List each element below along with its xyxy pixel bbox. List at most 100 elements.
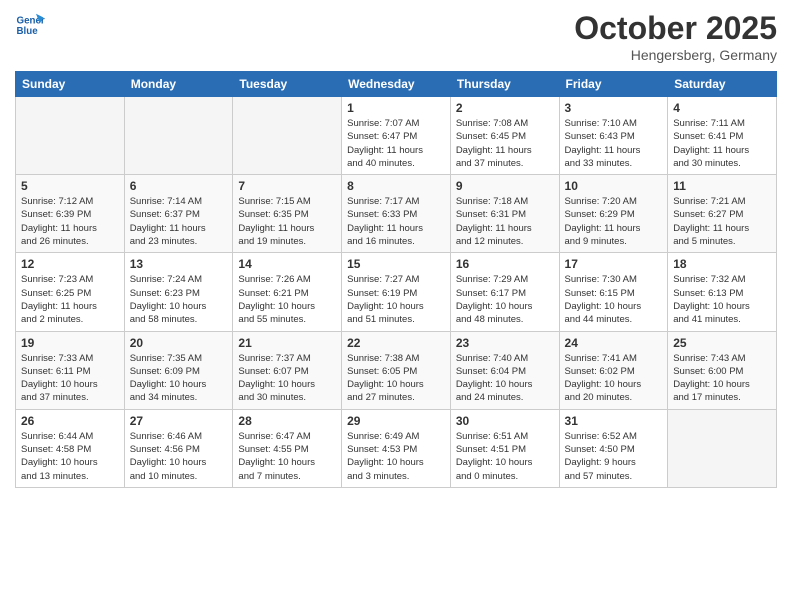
- day-info: Sunrise: 7:30 AMSunset: 6:15 PMDaylight:…: [565, 273, 663, 326]
- calendar-cell: 15Sunrise: 7:27 AMSunset: 6:19 PMDayligh…: [342, 253, 451, 331]
- day-number: 2: [456, 101, 554, 115]
- calendar-cell: 9 Sunrise: 7:18 AMSunset: 6:31 PMDaylight…: [450, 175, 559, 253]
- logo-icon: General Blue: [15, 10, 45, 40]
- location: Hengersberg, Germany: [574, 47, 777, 63]
- calendar-cell: [668, 409, 777, 487]
- day-number: 10: [565, 179, 663, 193]
- day-number: 27: [130, 414, 228, 428]
- day-info: Sunrise: 7:43 AMSunset: 6:00 PMDaylight:…: [673, 352, 771, 405]
- calendar-cell: 4Sunrise: 7:11 AMSunset: 6:41 PMDaylight…: [668, 97, 777, 175]
- day-number: 21: [238, 336, 336, 350]
- calendar-cell: 26 Sunrise: 6:44 AMSunset: 4:58 PMDayligh…: [16, 409, 125, 487]
- calendar-cell: 7 Sunrise: 7:15 AMSunset: 6:35 PMDaylight…: [233, 175, 342, 253]
- calendar-cell: 3 Sunrise: 7:10 AMSunset: 6:43 PMDaylight…: [559, 97, 668, 175]
- calendar-cell: [233, 97, 342, 175]
- day-info: Sunrise: 7:41 AMSunset: 6:02 PMDaylight:…: [565, 352, 663, 405]
- weekday-header-monday: Monday: [124, 72, 233, 97]
- calendar-cell: 16 Sunrise: 7:29 AMSunset: 6:17 PMDayligh…: [450, 253, 559, 331]
- day-number: 5: [21, 179, 119, 193]
- day-info: Sunrise: 7:15 AMSunset: 6:35 PMDaylight:…: [238, 195, 336, 248]
- logo: General Blue: [15, 10, 45, 40]
- month-title: October 2025: [574, 10, 777, 47]
- day-number: 20: [130, 336, 228, 350]
- day-number: 29: [347, 414, 445, 428]
- calendar-cell: 30Sunrise: 6:51 AMSunset: 4:51 PMDayligh…: [450, 409, 559, 487]
- header: General Blue October 2025 Hengersberg, G…: [15, 10, 777, 63]
- day-number: 1: [347, 101, 445, 115]
- calendar-cell: 17 Sunrise: 7:30 AMSunset: 6:15 PMDayligh…: [559, 253, 668, 331]
- calendar-cell: 22 Sunrise: 7:38 AMSunset: 6:05 PMDayligh…: [342, 331, 451, 409]
- weekday-header-wednesday: Wednesday: [342, 72, 451, 97]
- day-info: Sunrise: 7:38 AMSunset: 6:05 PMDaylight:…: [347, 352, 445, 405]
- week-row-0: 1 Sunrise: 7:07 AMSunset: 6:47 PMDaylight…: [16, 97, 777, 175]
- day-number: 3: [565, 101, 663, 115]
- day-number: 26: [21, 414, 119, 428]
- day-info: Sunrise: 7:37 AMSunset: 6:07 PMDaylight:…: [238, 352, 336, 405]
- day-info: Sunrise: 7:23 AMSunset: 6:25 PMDaylight:…: [21, 273, 119, 326]
- day-info: Sunrise: 7:07 AMSunset: 6:47 PMDaylight:…: [347, 117, 445, 170]
- calendar-cell: 25Sunrise: 7:43 AMSunset: 6:00 PMDayligh…: [668, 331, 777, 409]
- day-number: 13: [130, 257, 228, 271]
- day-info: Sunrise: 7:10 AMSunset: 6:43 PMDaylight:…: [565, 117, 663, 170]
- weekday-header-tuesday: Tuesday: [233, 72, 342, 97]
- calendar-cell: 23 Sunrise: 7:40 AMSunset: 6:04 PMDayligh…: [450, 331, 559, 409]
- calendar-cell: [124, 97, 233, 175]
- day-info: Sunrise: 7:21 AMSunset: 6:27 PMDaylight:…: [673, 195, 771, 248]
- week-row-3: 19Sunrise: 7:33 AMSunset: 6:11 PMDayligh…: [16, 331, 777, 409]
- day-number: 8: [347, 179, 445, 193]
- day-info: Sunrise: 7:12 AMSunset: 6:39 PMDaylight:…: [21, 195, 119, 248]
- calendar-cell: 24 Sunrise: 7:41 AMSunset: 6:02 PMDayligh…: [559, 331, 668, 409]
- calendar-cell: 2Sunrise: 7:08 AMSunset: 6:45 PMDaylight…: [450, 97, 559, 175]
- calendar-cell: 8 Sunrise: 7:17 AMSunset: 6:33 PMDaylight…: [342, 175, 451, 253]
- weekday-header-thursday: Thursday: [450, 72, 559, 97]
- calendar-cell: 20Sunrise: 7:35 AMSunset: 6:09 PMDayligh…: [124, 331, 233, 409]
- calendar-cell: 5 Sunrise: 7:12 AMSunset: 6:39 PMDaylight…: [16, 175, 125, 253]
- day-number: 23: [456, 336, 554, 350]
- day-number: 28: [238, 414, 336, 428]
- calendar-cell: 11 Sunrise: 7:21 AMSunset: 6:27 PMDayligh…: [668, 175, 777, 253]
- day-number: 18: [673, 257, 771, 271]
- day-info: Sunrise: 7:17 AMSunset: 6:33 PMDaylight:…: [347, 195, 445, 248]
- day-number: 22: [347, 336, 445, 350]
- day-info: Sunrise: 6:49 AMSunset: 4:53 PMDaylight:…: [347, 430, 445, 483]
- calendar-cell: [16, 97, 125, 175]
- day-info: Sunrise: 6:52 AMSunset: 4:50 PMDaylight:…: [565, 430, 663, 483]
- day-info: Sunrise: 6:46 AMSunset: 4:56 PMDaylight:…: [130, 430, 228, 483]
- day-info: Sunrise: 7:14 AMSunset: 6:37 PMDaylight:…: [130, 195, 228, 248]
- calendar: SundayMondayTuesdayWednesdayThursdayFrid…: [15, 71, 777, 488]
- calendar-cell: 21 Sunrise: 7:37 AMSunset: 6:07 PMDayligh…: [233, 331, 342, 409]
- day-number: 11: [673, 179, 771, 193]
- day-number: 16: [456, 257, 554, 271]
- calendar-cell: 14Sunrise: 7:26 AMSunset: 6:21 PMDayligh…: [233, 253, 342, 331]
- week-row-2: 12 Sunrise: 7:23 AMSunset: 6:25 PMDayligh…: [16, 253, 777, 331]
- weekday-header-friday: Friday: [559, 72, 668, 97]
- weekday-header-saturday: Saturday: [668, 72, 777, 97]
- day-info: Sunrise: 6:44 AMSunset: 4:58 PMDaylight:…: [21, 430, 119, 483]
- day-info: Sunrise: 7:11 AMSunset: 6:41 PMDaylight:…: [673, 117, 771, 170]
- day-info: Sunrise: 7:24 AMSunset: 6:23 PMDaylight:…: [130, 273, 228, 326]
- day-number: 17: [565, 257, 663, 271]
- calendar-cell: 18 Sunrise: 7:32 AMSunset: 6:13 PMDayligh…: [668, 253, 777, 331]
- calendar-cell: 19Sunrise: 7:33 AMSunset: 6:11 PMDayligh…: [16, 331, 125, 409]
- calendar-cell: 1 Sunrise: 7:07 AMSunset: 6:47 PMDaylight…: [342, 97, 451, 175]
- day-number: 15: [347, 257, 445, 271]
- calendar-cell: 28Sunrise: 6:47 AMSunset: 4:55 PMDayligh…: [233, 409, 342, 487]
- day-number: 12: [21, 257, 119, 271]
- day-number: 7: [238, 179, 336, 193]
- day-info: Sunrise: 7:29 AMSunset: 6:17 PMDaylight:…: [456, 273, 554, 326]
- day-number: 19: [21, 336, 119, 350]
- day-number: 9: [456, 179, 554, 193]
- day-info: Sunrise: 7:32 AMSunset: 6:13 PMDaylight:…: [673, 273, 771, 326]
- weekday-header-row: SundayMondayTuesdayWednesdayThursdayFrid…: [16, 72, 777, 97]
- calendar-cell: 10 Sunrise: 7:20 AMSunset: 6:29 PMDayligh…: [559, 175, 668, 253]
- week-row-4: 26 Sunrise: 6:44 AMSunset: 4:58 PMDayligh…: [16, 409, 777, 487]
- day-info: Sunrise: 7:18 AMSunset: 6:31 PMDaylight:…: [456, 195, 554, 248]
- day-number: 14: [238, 257, 336, 271]
- svg-text:Blue: Blue: [17, 26, 39, 37]
- title-block: October 2025 Hengersberg, Germany: [574, 10, 777, 63]
- day-info: Sunrise: 7:40 AMSunset: 6:04 PMDaylight:…: [456, 352, 554, 405]
- weekday-header-sunday: Sunday: [16, 72, 125, 97]
- calendar-cell: 12 Sunrise: 7:23 AMSunset: 6:25 PMDayligh…: [16, 253, 125, 331]
- day-info: Sunrise: 7:20 AMSunset: 6:29 PMDaylight:…: [565, 195, 663, 248]
- day-number: 24: [565, 336, 663, 350]
